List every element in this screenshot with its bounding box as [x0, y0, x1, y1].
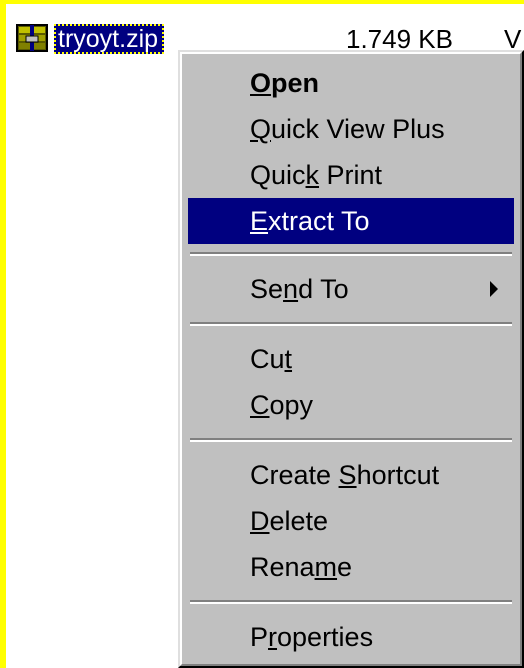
menu-item-cut[interactable]: Cut	[188, 336, 514, 382]
menu-separator	[190, 322, 512, 326]
menu-copy-rest: opy	[269, 390, 314, 420]
menu-qvp-rest: uick View Plus	[271, 114, 445, 144]
menu-item-send-to[interactable]: Send To	[188, 266, 514, 312]
menu-item-quick-print[interactable]: Quick Print	[188, 152, 514, 198]
menu-rename-rest: e	[337, 552, 353, 582]
menu-sendto-pre: Se	[250, 274, 284, 304]
context-menu: Open Quick View Plus Quick Print Extract…	[178, 50, 524, 668]
menu-item-create-shortcut[interactable]: Create Shortcut	[188, 452, 514, 498]
zip-archive-icon	[14, 22, 54, 58]
menu-cut-pre: Cu	[250, 344, 285, 374]
menu-qp-rest: Print	[319, 160, 383, 190]
menu-open-rest: pen	[271, 68, 320, 98]
menu-copy-mnemonic: C	[250, 390, 270, 420]
menu-sendto-rest: d To	[298, 274, 349, 304]
menu-sendto-mnemonic: n	[283, 274, 299, 304]
menu-props-rest: operties	[277, 622, 374, 652]
menu-qvp-mnemonic: Q	[250, 114, 272, 144]
menu-item-open[interactable]: Open	[188, 60, 514, 106]
menu-extract-mnemonic: E	[250, 206, 269, 236]
context-menu-body: Open Quick View Plus Quick Print Extract…	[180, 52, 522, 666]
menu-cs-mnemonic: S	[338, 460, 357, 490]
menu-extract-rest: xtract To	[268, 206, 370, 236]
menu-cut-mnemonic: t	[284, 344, 293, 374]
menu-separator	[190, 252, 512, 256]
file-name[interactable]: tryoyt.zip	[54, 24, 165, 54]
menu-item-delete[interactable]: Delete	[188, 498, 514, 544]
menu-item-copy[interactable]: Copy	[188, 382, 514, 428]
submenu-arrow-icon	[490, 281, 498, 297]
menu-qp-pre: Quic	[250, 160, 306, 190]
menu-separator	[190, 438, 512, 442]
menu-item-quick-view-plus[interactable]: Quick View Plus	[188, 106, 514, 152]
menu-open-mnemonic: O	[250, 68, 272, 98]
menu-props-pre: P	[250, 622, 269, 652]
menu-rename-pre: Rena	[250, 552, 315, 582]
menu-item-extract-to[interactable]: Extract To	[188, 198, 514, 244]
menu-delete-rest: elete	[269, 506, 329, 536]
menu-delete-mnemonic: D	[250, 506, 270, 536]
menu-cs-pre: Create	[250, 460, 339, 490]
menu-qp-mnemonic: k	[305, 160, 320, 190]
menu-cs-rest: hortcut	[356, 460, 440, 490]
menu-rename-mnemonic: m	[314, 552, 338, 582]
menu-item-rename[interactable]: Rename	[188, 544, 514, 590]
menu-separator	[190, 600, 512, 604]
menu-props-mnemonic: r	[268, 622, 278, 652]
menu-item-properties[interactable]: Properties	[188, 614, 514, 660]
